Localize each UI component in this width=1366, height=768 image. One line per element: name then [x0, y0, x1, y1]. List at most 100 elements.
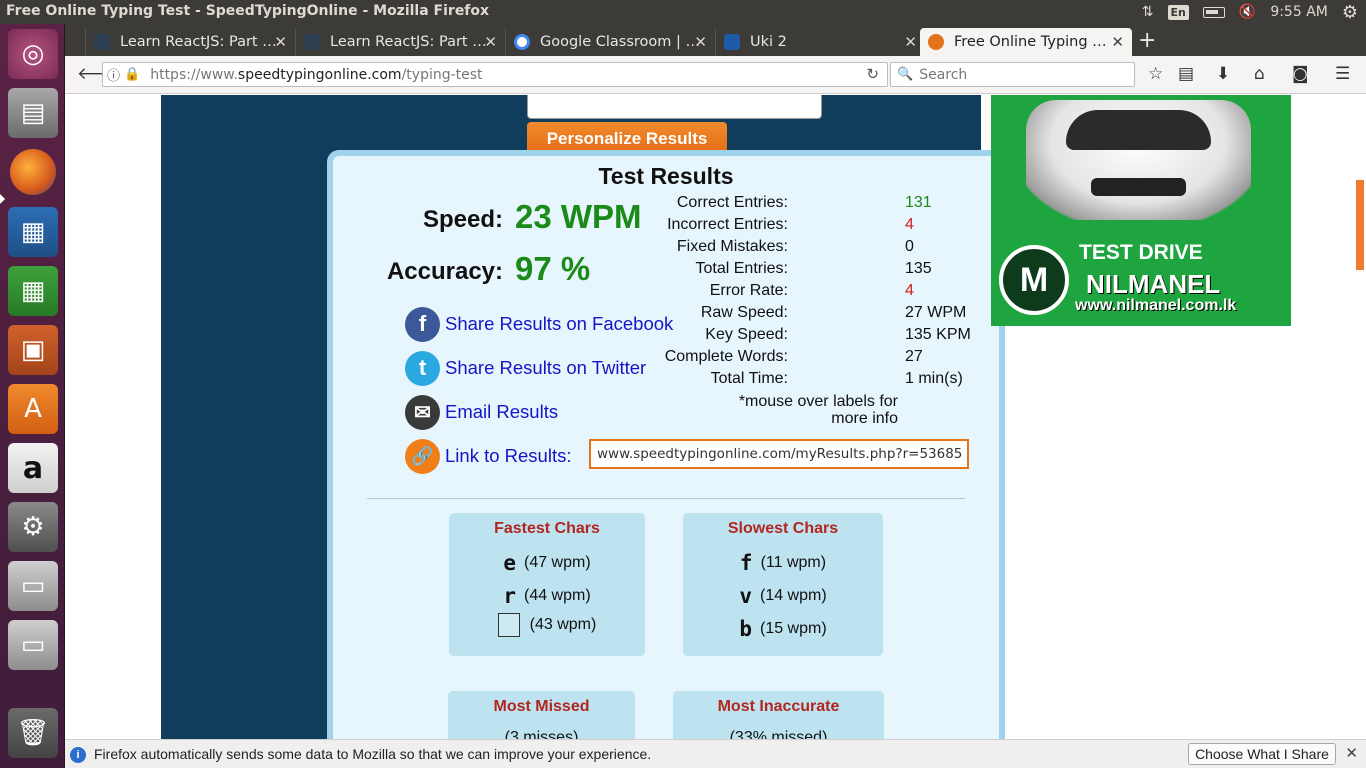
url-bar[interactable]: ⓘ 🔒 https://www.speedtypingonline.com/ty… — [102, 62, 888, 87]
mouseover-note: *mouse over labels for more info — [738, 393, 898, 427]
stat-total-entries[interactable]: Total Entries: 135 — [696, 260, 993, 282]
most-inaccurate-box: Most Inaccurate (33% missed) — [673, 691, 884, 739]
gear-icon[interactable]: ⚙ — [1342, 2, 1358, 23]
fastest-chars-box: Fastest Chars e (47 wpm) r (44 wpm) (43 wp… — [449, 513, 645, 656]
system-tray: ⇅ En 🔇 9:55 AM ⚙ — [1142, 0, 1366, 24]
test-results-panel: Test Results Speed: 23 WPM Accuracy: 97 … — [327, 150, 1005, 739]
top-input[interactable] — [527, 95, 822, 119]
email-results-label: Email Results — [445, 401, 559, 422]
stat-total-time[interactable]: Total Time: 1 min(s) — [711, 370, 993, 392]
system-top-bar: Free Online Typing Test - SpeedTypingOnl… — [0, 0, 1366, 24]
notification-bar: i Firefox automatically sends some data … — [65, 739, 1366, 768]
unity-launcher: ◎ ▤ ▦ ▦ ▣ A a ⚙ ▭ ▭ 🗑 — [0, 24, 65, 768]
share-facebook-link[interactable]: f Share Results on Facebook — [405, 306, 673, 342]
info-icon[interactable]: ⓘ — [107, 65, 120, 84]
settings-icon[interactable]: ⚙ — [8, 502, 58, 552]
close-icon[interactable]: ✕ — [904, 33, 917, 51]
info-icon: i — [70, 747, 86, 763]
web-page: Personalize Results Test Results Speed: … — [65, 95, 1366, 739]
close-icon[interactable]: ✕ — [694, 33, 707, 51]
tab-favicon-icon — [724, 34, 740, 50]
tab-google-classroom[interactable]: Google Classroom | … ✕ — [505, 28, 715, 56]
email-results-link[interactable]: ✉ Email Results — [405, 394, 558, 430]
stat-correct-entries[interactable]: Correct Entries: 131 — [677, 194, 993, 216]
amazon-icon[interactable]: a — [8, 443, 58, 493]
most-inaccurate-title: Most Inaccurate — [717, 698, 840, 715]
tab-strip: Learn ReactJS: Part … ✕ Learn ReactJS: P… — [65, 24, 1366, 56]
car-image — [1026, 100, 1251, 220]
list-item: (43 wpm) — [449, 613, 645, 637]
content-column: Personalize Results Test Results Speed: … — [161, 95, 1005, 739]
home-icon[interactable]: ⌂ — [1254, 64, 1265, 84]
divider — [367, 498, 965, 499]
share-facebook-label: Share Results on Facebook — [445, 313, 674, 334]
list-item: e (47 wpm) — [503, 551, 591, 575]
most-missed-title: Most Missed — [493, 698, 590, 715]
results-title: Test Results — [598, 163, 734, 189]
tab-label: Learn ReactJS: Part … — [120, 34, 277, 50]
choose-what-i-share-button[interactable]: Choose What I Share — [1188, 743, 1336, 765]
close-icon[interactable]: ✕ — [1345, 744, 1358, 762]
ubuntu-dash-icon[interactable]: ◎ — [8, 29, 58, 79]
most-missed-box: Most Missed (3 misses) — [448, 691, 635, 739]
clock[interactable]: 9:55 AM — [1270, 4, 1328, 20]
notification-message: Firefox automatically sends some data to… — [94, 746, 652, 762]
lock-icon[interactable]: 🔒 — [124, 67, 140, 82]
results-link-field[interactable]: www.speedtypingonline.com/myResults.php?… — [589, 439, 969, 469]
download-icon[interactable]: ⬇ — [1216, 64, 1230, 84]
drive-icon[interactable]: ▭ — [8, 620, 58, 670]
tab-label: Learn ReactJS: Part … — [330, 34, 487, 50]
menu-icon[interactable]: ☰ — [1335, 64, 1350, 84]
stat-raw-speed[interactable]: Raw Speed: 27 WPM — [701, 304, 993, 326]
accuracy-value: 97 % — [515, 250, 591, 287]
volume-icon[interactable]: 🔇 — [1239, 4, 1256, 20]
envelope-icon: ✉ — [405, 394, 440, 430]
reading-list-icon[interactable]: ▤ — [1178, 64, 1194, 84]
scrollbar-thumb[interactable] — [1356, 180, 1364, 270]
files-icon[interactable]: ▤ — [8, 88, 58, 138]
search-placeholder: Search — [919, 66, 968, 83]
bookmark-star-icon[interactable]: ☆ — [1148, 64, 1163, 84]
advertisement-banner[interactable]: M TEST DRIVE NILMANEL www.nilmanel.com.l… — [991, 95, 1291, 326]
stat-complete-words[interactable]: Complete Words: 27 — [665, 348, 993, 370]
trash-icon[interactable]: 🗑 — [8, 708, 58, 758]
list-item: b (15 wpm) — [739, 617, 827, 641]
battery-icon[interactable] — [1202, 6, 1225, 18]
close-icon[interactable]: ✕ — [484, 33, 497, 51]
link-to-results-label: Link to Results: — [445, 445, 572, 466]
reload-icon[interactable]: ↻ — [866, 65, 879, 83]
tab-react-2[interactable]: Learn ReactJS: Part … ✕ — [295, 28, 505, 56]
twitter-icon: t — [405, 350, 440, 386]
pocket-icon[interactable]: ◙ — [1292, 64, 1309, 84]
writer-icon[interactable]: ▦ — [8, 207, 58, 257]
search-input[interactable]: 🔍 Search — [890, 62, 1135, 87]
close-icon[interactable]: ✕ — [274, 33, 287, 51]
nilmanel-logo-icon: M — [999, 245, 1069, 315]
list-item: (33% missed) — [729, 729, 828, 739]
facebook-icon: f — [405, 306, 440, 342]
window-title: Free Online Typing Test - SpeedTypingOnl… — [6, 3, 490, 19]
firefox-icon[interactable] — [10, 149, 56, 195]
share-twitter-label: Share Results on Twitter — [445, 357, 647, 378]
network-icon[interactable]: ⇅ — [1142, 4, 1154, 20]
link-to-results[interactable]: 🔗 Link to Results: — [405, 438, 571, 474]
share-twitter-link[interactable]: t Share Results on Twitter — [405, 350, 646, 386]
tab-react-1[interactable]: Learn ReactJS: Part … ✕ — [85, 28, 295, 56]
navigation-bar: 🡐 ⓘ 🔒 https://www.speedtypingonline.com/… — [65, 56, 1366, 94]
space-key-glyph — [497, 613, 520, 637]
keyboard-language[interactable]: En — [1167, 4, 1189, 20]
stat-error-rate[interactable]: Error Rate: 4 — [710, 282, 993, 304]
calc-icon[interactable]: ▦ — [8, 266, 58, 316]
tab-typing-test[interactable]: Free Online Typing … ✕ — [920, 28, 1132, 56]
list-item: r (44 wpm) — [503, 584, 591, 608]
software-center-icon[interactable]: A — [8, 384, 58, 434]
tab-uki[interactable]: Uki 2 ✕ — [715, 28, 925, 56]
stat-key-speed[interactable]: Key Speed: 135 KPM — [705, 326, 993, 348]
close-icon[interactable]: ✕ — [1111, 33, 1124, 51]
impress-icon[interactable]: ▣ — [8, 325, 58, 375]
tab-favicon-icon — [94, 34, 110, 50]
stat-incorrect-entries[interactable]: Incorrect Entries: 4 — [667, 216, 993, 238]
new-tab-button[interactable]: + — [1138, 28, 1156, 53]
drive-icon[interactable]: ▭ — [8, 561, 58, 611]
stat-fixed-mistakes[interactable]: Fixed Mistakes: 0 — [677, 238, 993, 260]
